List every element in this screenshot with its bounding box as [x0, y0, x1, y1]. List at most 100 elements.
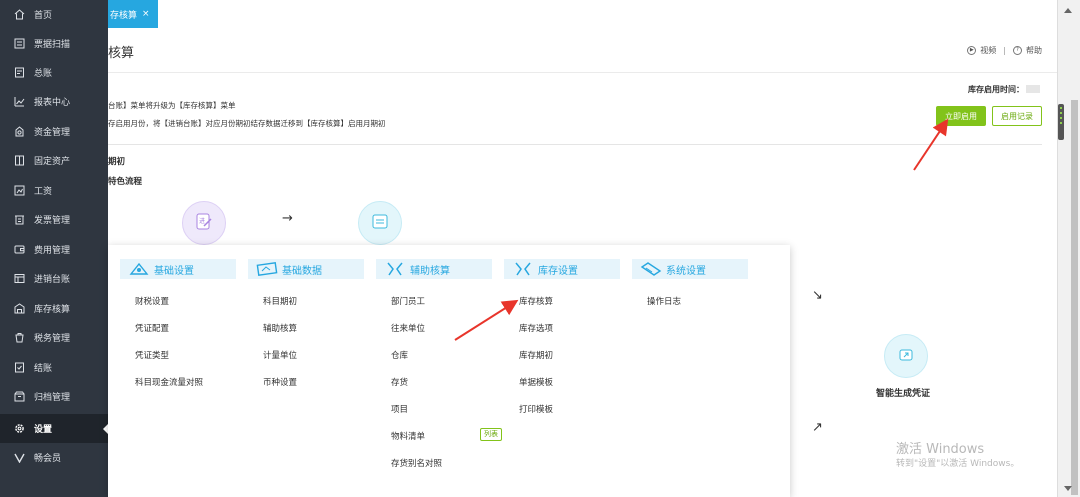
menu-column-basic-settings: 基础设置: [120, 259, 236, 279]
menu-column-title: 基础设置: [154, 265, 194, 277]
sidebar-item-assets[interactable]: 固定资产: [0, 146, 108, 175]
menu-item-doc-template[interactable]: 单据模板: [519, 376, 553, 388]
sidebar-item-label: 票据扫描: [34, 40, 71, 50]
sidebar-item-invoice[interactable]: 发票管理: [0, 205, 108, 234]
sidebar-item-label: 畅会员: [34, 454, 62, 464]
sidebar-item-purchase-sales[interactable]: 进销台账: [0, 264, 108, 293]
menu-item-subject-opening[interactable]: 科目期初: [263, 295, 297, 307]
menu-column-title: 基础数据: [282, 265, 322, 277]
divider: [108, 144, 1042, 145]
tab-inventory-accounting[interactable]: 存核算 ×: [108, 0, 158, 28]
sidebar-item-label: 结账: [34, 364, 53, 374]
sidebar-item-label: 固定资产: [34, 157, 71, 167]
sidebar-item-home[interactable]: 首页: [0, 0, 108, 29]
sidebar: 首页 票据扫描 总账 报表中心 资金管理 固定资产 工资 发票管理 费用管理 进…: [0, 0, 108, 497]
home-icon: [14, 9, 25, 20]
sidebar-item-label: 总账: [34, 69, 53, 79]
menu-item-operation-log[interactable]: 操作日志: [647, 295, 681, 307]
svg-text:进: 进: [199, 217, 205, 225]
chart-icon: [14, 96, 25, 107]
menu-item-inventory-accounting[interactable]: 库存核算: [519, 295, 553, 307]
asset-icon: [14, 155, 25, 166]
sidebar-item-inventory[interactable]: 库存核算: [0, 294, 108, 323]
sidebar-item-label: 归档管理: [34, 393, 71, 403]
sidebar-item-salary[interactable]: 工资: [0, 176, 108, 205]
menu-item-project[interactable]: 项目: [391, 403, 408, 415]
sidebar-item-settings[interactable]: 设置: [0, 414, 108, 443]
video-link[interactable]: 视频: [980, 45, 996, 56]
header-links: ▶ 视频 | ? 帮助: [967, 45, 1042, 56]
close-icon[interactable]: ×: [142, 9, 150, 19]
sidebar-item-vip[interactable]: 畅会员: [0, 443, 108, 472]
sidebar-item-label: 工资: [34, 187, 53, 197]
inventory-settings-icon: [512, 261, 534, 277]
flow-step-inventory[interactable]: [358, 201, 402, 245]
page-header: 核算 ▶ 视频 | ? 帮助: [108, 28, 1058, 73]
menu-item-auxiliary-accounting[interactable]: 辅助核算: [263, 322, 297, 334]
menu-item-bom[interactable]: 物料清单: [391, 430, 425, 442]
sidebar-item-label: 发票管理: [34, 216, 71, 226]
menu-item-partners[interactable]: 往来单位: [391, 322, 425, 334]
menu-item-inventory-opening[interactable]: 库存期初: [519, 349, 553, 361]
list-badge[interactable]: 列表: [480, 428, 502, 441]
sidebar-item-checkout[interactable]: 结账: [0, 353, 108, 382]
menu-item-unit[interactable]: 计量单位: [263, 349, 297, 361]
wallet-icon: [14, 244, 25, 255]
sidebar-item-scan[interactable]: 票据扫描: [0, 29, 108, 58]
flow-step-purchase[interactable]: 进: [182, 201, 226, 245]
sidebar-item-funds[interactable]: 资金管理: [0, 117, 108, 146]
inventory-doc-icon: [370, 212, 390, 235]
menu-item-inventory-options[interactable]: 库存选项: [519, 322, 553, 334]
flow-arrow-up: ↗: [812, 420, 823, 435]
ledger-icon: [14, 67, 25, 78]
inventory-start-time-label: 库存启用时间：: [968, 85, 1024, 94]
invoice-icon: [14, 214, 25, 225]
scan-icon: [14, 38, 25, 49]
flow-step-generate-voucher[interactable]: [884, 334, 928, 378]
scrollbar-thumb[interactable]: [1071, 100, 1078, 495]
menu-item-cashflow-mapping[interactable]: 科目现金流量对照: [135, 376, 203, 388]
sidebar-item-label: 首页: [34, 11, 53, 21]
menu-column-basic-data: 基础数据: [248, 259, 364, 279]
section-opening-title: 期初: [108, 157, 126, 167]
scroll-up-arrow[interactable]: [1064, 8, 1072, 13]
scroll-down-arrow[interactable]: [1064, 486, 1072, 491]
system-settings-icon: [640, 261, 662, 277]
enable-now-button[interactable]: 立即启用: [936, 106, 986, 126]
vip-icon: [14, 452, 25, 463]
menu-item-voucher-config[interactable]: 凭证配置: [135, 322, 169, 334]
notice-line-2: 存启用月份，将【进销台账】对应月份期初结存数据迁移到【库存核算】启用月期初: [108, 119, 386, 128]
scrollbar[interactable]: [1057, 0, 1080, 497]
menu-column-auxiliary: 辅助核算: [376, 259, 492, 279]
menu-item-voucher-type[interactable]: 凭证类型: [135, 349, 169, 361]
floating-widget[interactable]: [1058, 104, 1064, 140]
sidebar-item-reports[interactable]: 报表中心: [0, 87, 108, 116]
menu-item-department-staff[interactable]: 部门员工: [391, 295, 425, 307]
menu-item-stock-alias[interactable]: 存货别名对照: [391, 457, 442, 469]
sidebar-item-expense[interactable]: 费用管理: [0, 235, 108, 264]
windows-activation-title: 激活 Windows: [896, 442, 985, 457]
menu-column-inventory-settings: 库存设置: [504, 259, 620, 279]
menu-item-tax-settings[interactable]: 财税设置: [135, 295, 169, 307]
sidebar-item-label: 库存核算: [34, 305, 71, 315]
section-flow-title: 特色流程: [108, 177, 143, 187]
menu-column-title: 库存设置: [538, 265, 578, 277]
enable-log-button[interactable]: 启用记录: [992, 106, 1042, 126]
menu-item-print-template[interactable]: 打印模板: [519, 403, 553, 415]
menu-item-stock[interactable]: 存货: [391, 376, 408, 388]
windows-activation-hint: 转到"设置"以激活 Windows。: [896, 459, 1020, 469]
menu-item-warehouse[interactable]: 仓库: [391, 349, 408, 361]
sidebar-item-ledger[interactable]: 总账: [0, 58, 108, 87]
help-link[interactable]: 帮助: [1026, 45, 1042, 56]
sidebar-item-label: 设置: [34, 425, 53, 435]
basic-settings-icon: [128, 261, 150, 277]
voucher-icon: [896, 345, 916, 368]
sidebar-item-tax[interactable]: 税务管理: [0, 323, 108, 352]
tab-bar: 存核算 ×: [108, 0, 1058, 29]
sidebar-item-archive[interactable]: 归档管理: [0, 382, 108, 411]
menu-item-currency[interactable]: 币种设置: [263, 376, 297, 388]
flow-arrow: →: [282, 211, 293, 226]
sidebar-item-label: 费用管理: [34, 246, 71, 256]
settings-mega-menu: 基础设置 基础数据 辅助核算 库存设置 系统设置 财税设置 凭证配置 凭证类型 …: [108, 245, 790, 497]
auxiliary-icon: [384, 261, 406, 277]
